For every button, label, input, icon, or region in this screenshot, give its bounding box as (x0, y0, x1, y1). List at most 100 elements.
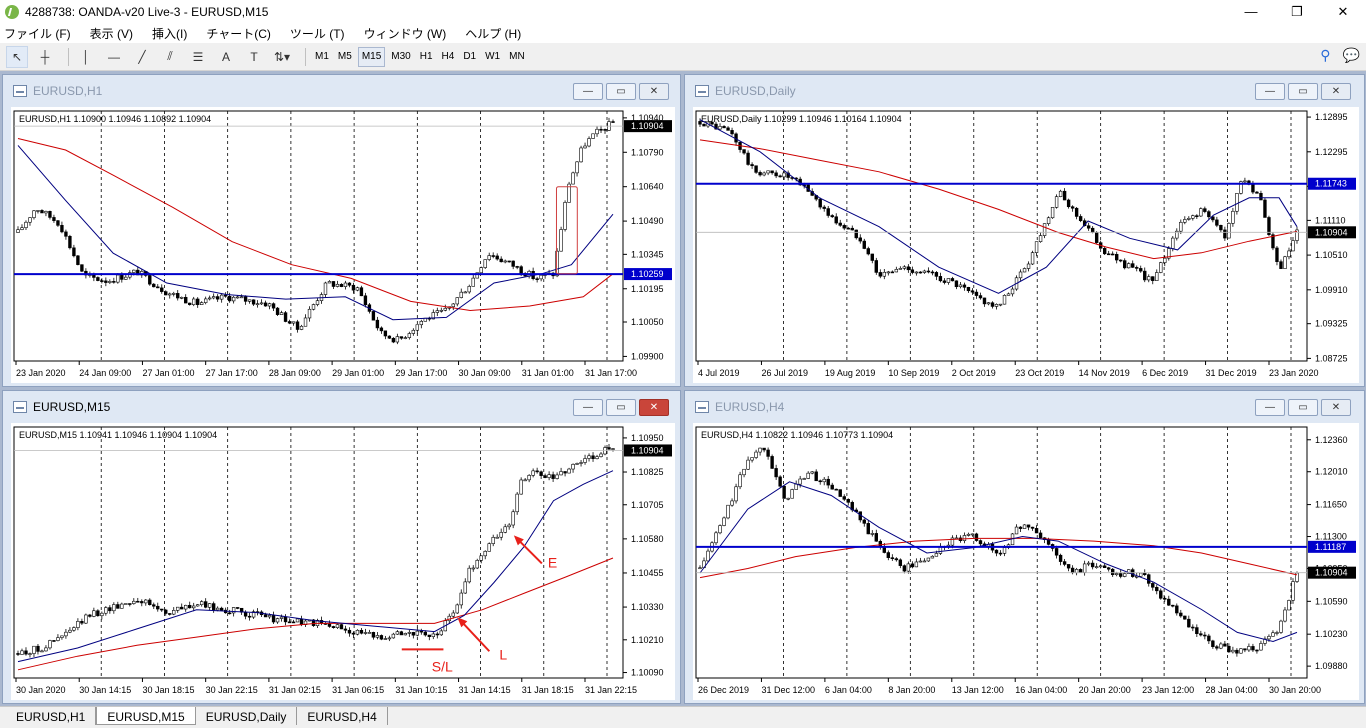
candle-body (487, 255, 491, 260)
window-close-button[interactable]: ✕ (1321, 399, 1351, 416)
candle-body (922, 270, 927, 273)
candle-body (986, 302, 991, 305)
candle-body (1078, 216, 1083, 222)
menu-insert[interactable]: 挿入(I) (152, 25, 187, 42)
candle-body (822, 206, 826, 209)
chart-h4[interactable]: EURUSD,H4 1.10822 1.10946 1.10773 1.1090… (693, 423, 1359, 700)
menu-charts[interactable]: チャート(C) (206, 25, 271, 42)
menu-window[interactable]: ウィンドウ (W) (364, 25, 447, 42)
candle-body (519, 479, 523, 495)
chart-window-h1[interactable]: EURUSD,H1 — ▭ ✕ EURUSD,H1 1.10900 1.10946 … (2, 74, 681, 387)
label-icon[interactable]: T (243, 46, 265, 68)
window-restore-button[interactable]: ▭ (606, 83, 636, 100)
timeframe-m1[interactable]: M1 (312, 47, 332, 67)
candle-body (882, 271, 887, 277)
candle-body (930, 555, 935, 559)
arrows-icon[interactable]: ⇅▾ (271, 46, 293, 68)
candle-body (698, 567, 702, 570)
menu-tools[interactable]: ツール (T) (290, 25, 345, 42)
toolbar: ↖ ┼ │ — ╱ ⫽ ☰ A T ⇅▾ M1 M5 M15 M30 H1 H4… (0, 43, 1366, 71)
chart-window-icon (13, 84, 27, 97)
text-icon[interactable]: A (215, 46, 237, 68)
candle-body (235, 296, 240, 299)
candle-body (299, 618, 304, 625)
candle-body (387, 335, 392, 339)
menu-help[interactable]: ヘルプ (H) (465, 25, 521, 42)
menu-file[interactable]: ファイル (F) (4, 25, 71, 42)
window-close-button[interactable]: ✕ (639, 83, 669, 100)
chat-icon[interactable]: 💬 (1343, 47, 1360, 64)
chart-window-h4[interactable]: EURUSD,H4 — ▭ ✕ EURUSD,H4 1.10822 1.10946 … (684, 390, 1365, 704)
timeframe-m30[interactable]: M30 (388, 47, 413, 67)
x-tick-label: 31 Jan 01:00 (522, 368, 574, 378)
y-tick-label: 1.12895 (1315, 112, 1348, 122)
channel-icon[interactable]: ⫽ (159, 46, 181, 68)
timeframe-m15[interactable]: M15 (357, 46, 386, 67)
candle-body (1291, 240, 1295, 252)
y-tick-label: 1.10195 (631, 284, 664, 294)
timeframe-h1[interactable]: H1 (417, 47, 436, 67)
candle-body (571, 463, 575, 470)
timeframe-w1[interactable]: W1 (482, 47, 503, 67)
search-icon[interactable]: ⚲ (1320, 47, 1330, 64)
candle-body (563, 202, 567, 230)
candle-body (702, 123, 706, 127)
chart-daily[interactable]: EURUSD,Daily 1.10299 1.10946 1.10164 1.1… (693, 107, 1359, 383)
tab-eurusd-daily[interactable]: EURUSD,Daily (196, 707, 298, 725)
vertical-line-icon[interactable]: │ (75, 46, 97, 68)
menu-view[interactable]: 表示 (V) (90, 25, 133, 42)
last-price-value: 1.10904 (1315, 227, 1348, 237)
window-restore-button[interactable]: ▭ (1288, 399, 1318, 416)
y-tick-label: 1.09910 (1315, 285, 1348, 295)
candle-body (407, 632, 412, 634)
candle-body (451, 303, 455, 308)
window-minimize-button[interactable]: — (1255, 83, 1285, 100)
app-logo-icon (5, 4, 19, 19)
candle-body (818, 480, 822, 483)
timeframe-d1[interactable]: D1 (460, 47, 479, 67)
candle-body (1199, 208, 1203, 217)
cursor-icon[interactable]: ↖ (6, 45, 28, 68)
candle-body (483, 259, 487, 268)
tab-eurusd-m15[interactable]: EURUSD,M15 (96, 707, 196, 725)
chart-h1[interactable]: EURUSD,H1 1.10900 1.10946 1.10892 1.1090… (11, 107, 675, 383)
candle-body (970, 533, 975, 536)
minimize-button[interactable]: — (1228, 0, 1274, 23)
tab-eurusd-h1[interactable]: EURUSD,H1 (6, 707, 97, 725)
candle-body (323, 282, 328, 295)
candle-body (495, 255, 499, 260)
y-tick-label: 1.10345 (631, 249, 664, 259)
crosshair-icon[interactable]: ┼ (34, 46, 56, 68)
x-tick-label: 13 Jan 12:00 (952, 685, 1004, 695)
timeframe-m5[interactable]: M5 (335, 47, 355, 67)
window-restore-button[interactable]: ▭ (1288, 83, 1318, 100)
window-minimize-button[interactable]: — (573, 83, 603, 100)
chart-m15[interactable]: EURUSD,M15 1.10941 1.10946 1.10904 1.109… (11, 423, 675, 700)
candle-body (890, 271, 895, 274)
chart-window-m15[interactable]: EURUSD,M15 — ▭ ✕ EURUSD,M15 1.10941 1.1094… (2, 390, 681, 704)
timeframe-h4[interactable]: H4 (439, 47, 458, 67)
candle-body (730, 500, 734, 506)
close-button[interactable]: ✕ (1320, 0, 1366, 23)
candle-body (327, 281, 332, 284)
candle-body (962, 535, 967, 541)
window-close-button[interactable]: ✕ (639, 399, 669, 416)
trendline-icon[interactable]: ╱ (131, 46, 153, 68)
candle-body (72, 627, 76, 631)
timeframe-mn[interactable]: MN (506, 47, 528, 67)
window-restore-button[interactable]: ▭ (606, 399, 636, 416)
window-minimize-button[interactable]: — (1255, 399, 1285, 416)
candle-body (48, 211, 52, 218)
x-tick-label: 27 Jan 17:00 (206, 368, 258, 378)
candle-body (930, 271, 935, 274)
window-close-button[interactable]: ✕ (1321, 83, 1351, 100)
tab-eurusd-h4[interactable]: EURUSD,H4 (297, 707, 388, 725)
candle-body (1094, 566, 1099, 568)
horizontal-line-icon[interactable]: — (103, 46, 125, 68)
fibonacci-icon[interactable]: ☰ (187, 46, 209, 68)
maximize-button[interactable]: ❐ (1274, 0, 1320, 23)
candle-body (1147, 574, 1151, 584)
candle-body (1263, 199, 1267, 218)
window-minimize-button[interactable]: — (573, 399, 603, 416)
chart-window-daily[interactable]: EURUSD,Daily — ▭ ✕ EURUSD,Daily 1.10299 1.… (684, 74, 1365, 387)
